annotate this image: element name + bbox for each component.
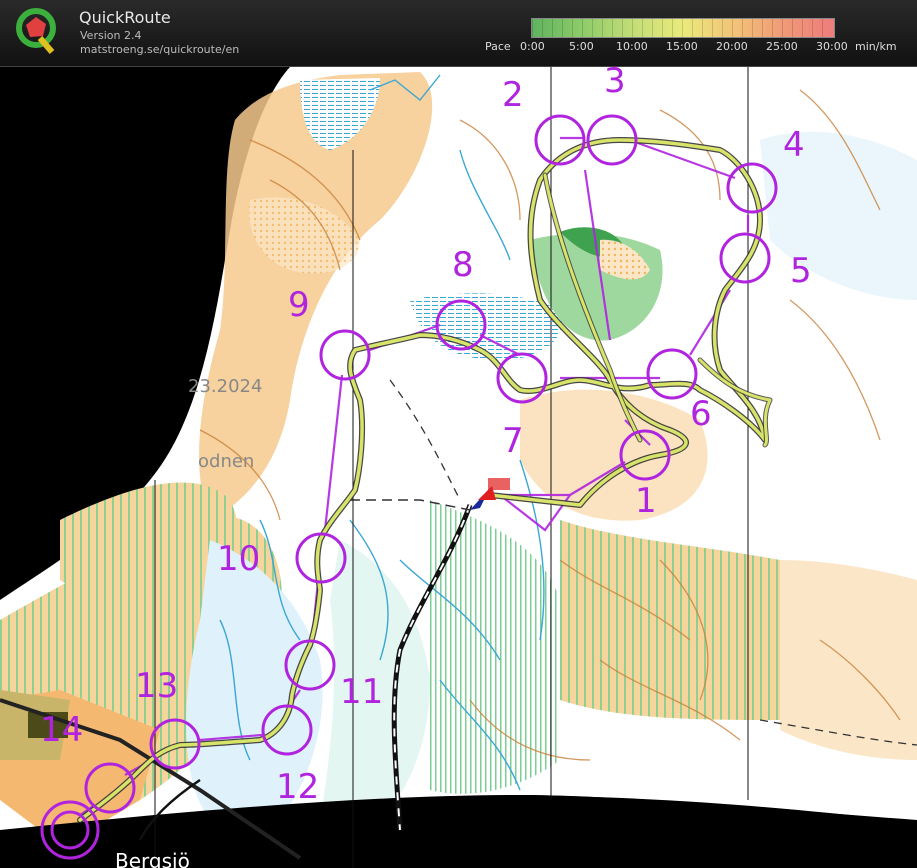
control-number: 1: [635, 481, 657, 521]
control-number: 8: [452, 245, 474, 285]
control-number: 3: [604, 67, 626, 101]
pace-scale-segment: [542, 19, 543, 37]
pace-scale-segment: [592, 19, 593, 37]
pace-scale-segment: [822, 19, 823, 37]
pace-tick: 30:00: [816, 40, 848, 53]
pace-label: Pace: [485, 40, 511, 53]
control-number: 6: [690, 394, 712, 434]
control-number: 9: [288, 285, 310, 325]
pace-scale-segment: [652, 19, 653, 37]
map-label: Bergsjö: [115, 849, 190, 868]
pace-tick: 0:00: [520, 40, 545, 53]
control-number: 5: [790, 251, 812, 291]
pace-scale-segment: [772, 19, 773, 37]
pace-scale-segment: [622, 19, 623, 37]
pace-scale-segment: [662, 19, 663, 37]
pace-scale-segment: [602, 19, 603, 37]
pace-tick: 15:00: [666, 40, 698, 53]
pace-scale-segment: [582, 19, 583, 37]
pace-scale-segment: [632, 19, 633, 37]
control-number: 12: [276, 767, 319, 807]
pace-scale-segment: [702, 19, 703, 37]
pace-scale-segment: [572, 19, 573, 37]
pace-scale-segment: [532, 19, 533, 37]
pace-scale-segment: [762, 19, 763, 37]
app-header: QuickRoute Version 2.4 matstroeng.se/qui…: [0, 0, 917, 67]
terrain-base: [0, 67, 917, 868]
quickroute-logo-icon: [16, 8, 56, 54]
pace-scale-segment: [562, 19, 563, 37]
pace-scale-segment: [552, 19, 553, 37]
pace-scale-segment: [642, 19, 643, 37]
pace-scale-segment: [612, 19, 613, 37]
pace-scale-segment: [672, 19, 673, 37]
pace-scale-segment: [692, 19, 693, 37]
pace-unit: min/km: [855, 40, 897, 53]
pace-scale-segment: [682, 19, 683, 37]
control-number: 10: [217, 539, 260, 579]
pace-scale-segment: [812, 19, 813, 37]
pace-scale-segment: [732, 19, 733, 37]
pace-tick: 20:00: [716, 40, 748, 53]
pace-scale-segment: [722, 19, 723, 37]
control-number: 4: [783, 125, 805, 165]
pace-scale-segment: [792, 19, 793, 37]
pace-tick: 5:00: [569, 40, 594, 53]
control-number: 13: [135, 666, 178, 706]
app-version: Version 2.4: [80, 29, 142, 42]
map-label: 23.2024: [188, 376, 262, 397]
orienteering-map[interactable]: 1 2 3 4 5 6 7 8 9 10 11 12 13 14 23.2024…: [0, 67, 917, 868]
pace-scale-segment: [752, 19, 753, 37]
pace-color-scale: [531, 18, 835, 38]
control-number: 2: [502, 75, 524, 115]
map-label: odnen: [198, 451, 254, 472]
control-number: 14: [40, 710, 83, 750]
pace-scale-segment: [782, 19, 783, 37]
pace-scale-segment: [742, 19, 743, 37]
pace-tick: 25:00: [766, 40, 798, 53]
pace-scale-segment: [712, 19, 713, 37]
control-number: 11: [340, 672, 383, 712]
app-url[interactable]: matstroeng.se/quickroute/en: [80, 43, 239, 56]
pace-tick: 10:00: [616, 40, 648, 53]
app-title: QuickRoute: [79, 8, 171, 27]
control-number: 7: [502, 421, 524, 461]
pace-scale-segment: [802, 19, 803, 37]
